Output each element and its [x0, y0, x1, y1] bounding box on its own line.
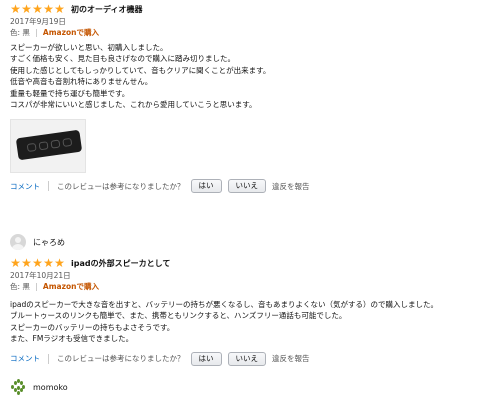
- divider: [48, 353, 49, 364]
- review-2-star-rating[interactable]: ★ ★ ★ ★ ★: [10, 257, 65, 269]
- review-2: にゃろめ ★ ★ ★ ★ ★ ipadの外部スピーカとして 2017年10月21…: [10, 232, 476, 367]
- review-2-header: ★ ★ ★ ★ ★ ipadの外部スピーカとして: [10, 256, 476, 270]
- review-1-header: ★ ★ ★ ★ ★ 初のオーディオ機器: [10, 2, 476, 16]
- review-line: また、FMラジオも受信できました。: [10, 334, 134, 344]
- review-1-meta: 色: 黒 Amazonで購入: [10, 27, 476, 39]
- review-line: スピーカーが欲しいと思い、初購入しました。: [10, 43, 168, 52]
- star-icon: ★: [21, 2, 32, 16]
- review-2-date: 2017年10月21日: [10, 271, 71, 280]
- star-icon: ★: [43, 2, 54, 16]
- divider: [35, 283, 37, 291]
- review-2-username[interactable]: にゃろめ: [33, 237, 65, 248]
- helpful-no-button[interactable]: いいえ: [227, 179, 266, 194]
- star-icon: ★: [32, 2, 43, 16]
- review-1-body: スピーカーが欲しいと思い、初購入しました。 すごく価格も安く、見た目も良さげなの…: [10, 42, 476, 110]
- review-3-username[interactable]: momoko: [33, 383, 68, 392]
- review-1-actions: コメント このレビューは参考になりましたか？ はい いいえ 違反を報告: [10, 178, 476, 194]
- star-icon: ★: [10, 256, 21, 270]
- review-line: ブルートゥースのリンクも簡単で、また、携帯ともリンクすると、ハンズフリー通話も可…: [10, 311, 347, 321]
- review-line: 使用した感じとしてもしっかりしていて、音もクリアに聞くことが出来ます。: [10, 65, 271, 75]
- divider: [35, 29, 37, 37]
- star-icon: ★: [54, 256, 65, 270]
- star-icon: ★: [21, 256, 32, 270]
- helpful-question: このレビューは参考になりましたか？: [57, 181, 185, 191]
- comment-link[interactable]: コメント: [10, 181, 40, 192]
- helpful-no-button[interactable]: いいえ: [227, 351, 266, 366]
- review-3-author[interactable]: momoko: [10, 377, 476, 397]
- review-line: ipadのスピーカーで大きな音を出すと、バッテリーの持ちが悪くなるし、音もあまり…: [10, 300, 438, 309]
- review-2-author[interactable]: にゃろめ: [10, 232, 476, 252]
- default-user-icon: [10, 234, 26, 250]
- star-icon: ★: [43, 256, 54, 270]
- review-1-title[interactable]: 初のオーディオ機器: [71, 4, 142, 15]
- star-icon: ★: [32, 256, 43, 270]
- review-2-title[interactable]: ipadの外部スピーカとして: [71, 258, 170, 269]
- review-1: ★ ★ ★ ★ ★ 初のオーディオ機器 2017年9月19日 色: 黒 Amaz…: [10, 2, 476, 194]
- review-2-body: ipadのスピーカーで大きな音を出すと、バッテリーの持ちが悪くなるし、音もあまり…: [10, 299, 476, 345]
- review-2-color[interactable]: 色: 黒: [10, 281, 30, 293]
- helpful-yes-button[interactable]: はい: [190, 351, 222, 366]
- review-1-star-rating[interactable]: ★ ★ ★ ★ ★: [10, 3, 65, 15]
- review-line: コスパが非常にいいと感じました、これから愛用していこうと思います。: [10, 100, 257, 110]
- star-icon: ★: [10, 2, 21, 16]
- review-1-verified-badge: Amazonで購入: [42, 28, 99, 37]
- review-line: 低音や高音も音割れ特にありませんせん。: [10, 77, 153, 87]
- speaker-image-icon: [15, 130, 83, 161]
- review-2-actions: コメント このレビューは参考になりましたか？ はい いいえ 違反を報告: [10, 351, 476, 367]
- report-abuse-link[interactable]: 違反を報告: [272, 181, 310, 192]
- helpful-yes-button[interactable]: はい: [190, 179, 222, 194]
- comment-link[interactable]: コメント: [10, 353, 40, 364]
- leaf-pattern-avatar-icon: [10, 379, 26, 395]
- review-1-image[interactable]: [10, 119, 86, 174]
- review-line: スピーカーのバッテリーの持ちもよさそうです。: [10, 322, 175, 332]
- review-2-meta: 色: 黒 Amazonで購入: [10, 281, 476, 293]
- star-icon: ★: [54, 2, 65, 16]
- review-line: すごく価格も安く、見た目も良さげなので購入に踏み切りました。: [10, 54, 235, 64]
- review-3: momoko: [10, 377, 476, 397]
- review-1-date: 2017年9月19日: [10, 17, 66, 26]
- review-line: 重量も軽量で持ち運びも簡単です。: [10, 88, 130, 98]
- review-2-verified-badge: Amazonで購入: [42, 282, 99, 291]
- review-1-color[interactable]: 色: 黒: [10, 27, 30, 39]
- helpful-question: このレビューは参考になりましたか？: [57, 354, 185, 364]
- divider: [48, 181, 49, 192]
- report-abuse-link[interactable]: 違反を報告: [272, 353, 310, 364]
